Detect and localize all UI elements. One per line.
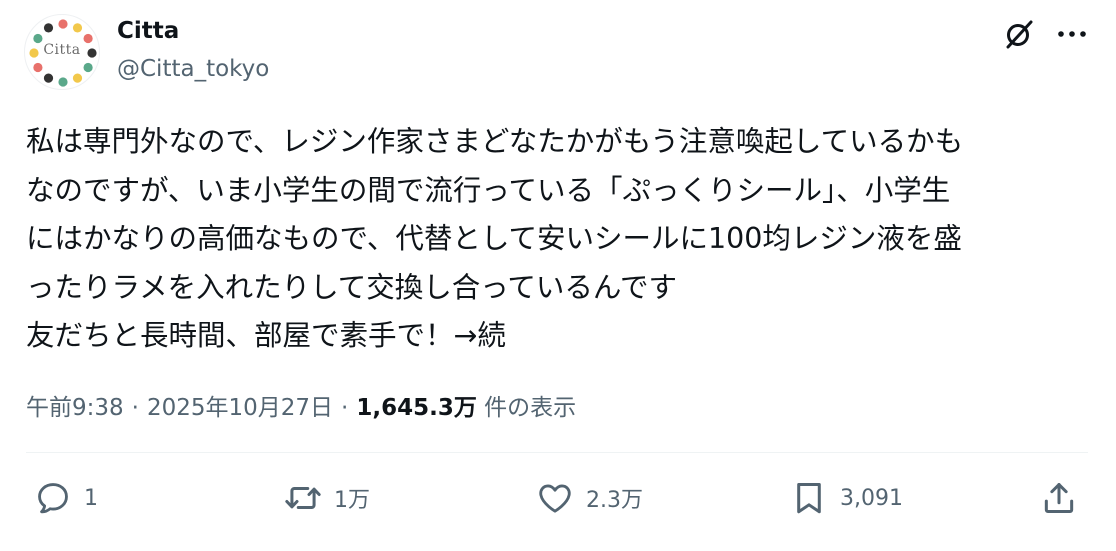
post-time[interactable]: 午前9:38 bbox=[26, 395, 124, 421]
reply-button[interactable]: 1 bbox=[34, 478, 98, 518]
bookmark-count: 3,091 bbox=[840, 485, 903, 511]
tweet-line: 友だちと長時間、部屋で素手で！→続 bbox=[26, 319, 506, 352]
repost-count: 1万 bbox=[334, 488, 370, 513]
reply-icon bbox=[38, 483, 68, 514]
share-button[interactable] bbox=[1040, 478, 1078, 518]
bookmark-icon bbox=[797, 483, 821, 514]
share-icon bbox=[1044, 483, 1074, 513]
meta-separator: · bbox=[131, 395, 139, 421]
tweet-line: にはかなりの高価なもので、代替として安いシールに100均レジン液を盛 bbox=[26, 222, 962, 255]
grok-icon[interactable] bbox=[1003, 18, 1035, 50]
post-date[interactable]: 2025年10月27日 bbox=[147, 395, 333, 421]
avatar-logo-text: Citta bbox=[43, 42, 81, 58]
bookmark-button[interactable]: 3,091 bbox=[790, 478, 903, 518]
like-count: 2.3万 bbox=[586, 488, 643, 513]
tweet-text: 私は専門外なので、レジン作家さまどなたかがもう注意喚起しているかも なのですが、… bbox=[26, 118, 1096, 361]
meta-separator: · bbox=[341, 395, 349, 421]
avatar[interactable]: Citta bbox=[24, 14, 100, 90]
tweet-line: 私は専門外なので、レジン作家さまどなたかがもう注意喚起しているかも bbox=[26, 125, 964, 158]
repost-button[interactable]: 1万 bbox=[284, 478, 370, 518]
views-count: 1,645.3万 bbox=[356, 395, 477, 421]
like-button[interactable]: 2.3万 bbox=[536, 478, 643, 518]
reply-count: 1 bbox=[84, 485, 98, 511]
heart-icon bbox=[539, 484, 571, 513]
divider bbox=[26, 452, 1088, 453]
tweet-meta: 午前9:38 · 2025年10月27日 · 1,645.3万 件の表示 bbox=[26, 388, 576, 422]
tweet-line: ったりラメを入れたりして交換し合っているんです bbox=[26, 270, 677, 304]
tweet-detail: Citta Citta @Citta_tokyo 私は専門外なので、レジン作家さ… bbox=[0, 0, 1116, 551]
repost-icon bbox=[285, 486, 321, 510]
author-handle[interactable]: @Citta_tokyo bbox=[117, 56, 269, 82]
more-icon[interactable] bbox=[1056, 20, 1088, 48]
views-label: 件の表示 bbox=[484, 395, 577, 421]
author-display-name[interactable]: Citta bbox=[117, 18, 179, 44]
tweet-line: なのですが、いま小学生の間で流行っている「ぷっくりシール」、小学生 bbox=[26, 173, 951, 207]
